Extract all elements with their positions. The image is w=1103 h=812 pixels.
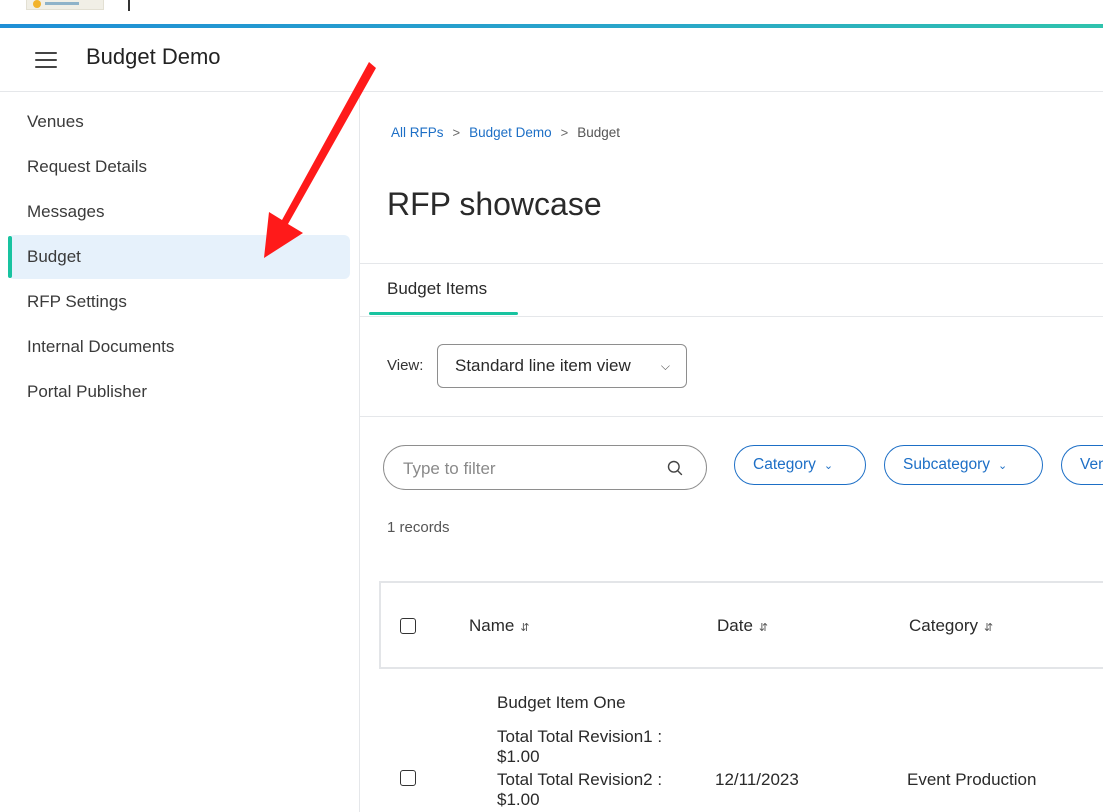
tab-budget-items[interactable]: Budget Items [387, 279, 487, 299]
breadcrumb: All RFPs > Budget Demo > Budget [391, 125, 620, 140]
filter-chip-category[interactable]: Category ⌄ [734, 445, 866, 485]
filter-chip-label: Category [753, 456, 816, 473]
filter-input[interactable] [401, 456, 645, 482]
menu-icon[interactable] [35, 52, 57, 68]
filter-box[interactable] [383, 445, 707, 490]
chevron-down-icon: ⌄ [823, 460, 834, 472]
breadcrumb-current: Budget [577, 125, 621, 140]
filter-chip-subcategory[interactable]: Subcategory ⌄ [884, 445, 1043, 485]
view-label: View: [387, 357, 424, 374]
select-all-checkbox[interactable] [400, 618, 416, 634]
row-date: 12/11/2023 [715, 770, 799, 789]
filter-chip-label: Subcategory [903, 456, 991, 473]
chevron-down-icon: ⌵ [660, 359, 670, 373]
column-header-date[interactable]: Date ⇵ [717, 616, 768, 636]
sidebar-item-messages[interactable]: Messages [8, 190, 350, 234]
filter-chip-vendor[interactable]: Ven [1061, 445, 1103, 485]
chevron-right-icon: > [452, 125, 461, 140]
column-header-category[interactable]: Category ⇵ [909, 616, 993, 636]
sort-icon[interactable]: ⇵ [984, 622, 993, 634]
chevron-down-icon: ⌄ [998, 460, 1008, 472]
row-category: Event Production [907, 770, 1037, 789]
column-header-label: Name [469, 616, 515, 635]
sort-icon[interactable]: ⇵ [759, 622, 768, 634]
app-header: Budget Demo [0, 28, 1103, 92]
tab-active-indicator [369, 312, 518, 315]
column-header-label: Category [909, 616, 978, 635]
sidebar: Venues Request Details Messages Budget R… [0, 92, 360, 812]
divider [360, 316, 1103, 317]
divider [360, 416, 1103, 417]
table-row[interactable]: Budget Item One Total Total Revision1 : … [379, 669, 1103, 812]
view-select-value: Standard line item view [455, 356, 631, 375]
sidebar-item-budget[interactable]: Budget [8, 235, 350, 279]
chevron-right-icon: > [560, 125, 569, 140]
search-icon[interactable] [667, 460, 683, 476]
main-content: All RFPs > Budget Demo > Budget RFP showcase… [360, 92, 1103, 812]
row-revision1-value: $1.00 [497, 747, 540, 766]
table-header: Name ⇵ Date ⇵ Category ⇵ [379, 581, 1103, 669]
records-count: 1 records [387, 519, 450, 536]
app-title: Budget Demo [86, 44, 221, 69]
page-title: RFP showcase [387, 186, 602, 222]
view-select[interactable]: Standard line item view ⌵ [437, 344, 687, 388]
breadcrumb-budget-demo[interactable]: Budget Demo [469, 125, 552, 140]
row-name[interactable]: Budget Item One [497, 693, 626, 713]
divider [360, 263, 1103, 264]
column-header-name[interactable]: Name ⇵ [469, 616, 530, 636]
breadcrumb-all-rfps[interactable]: All RFPs [391, 125, 444, 140]
brand-logo [26, 0, 104, 10]
top-strip [0, 0, 1103, 24]
row-checkbox[interactable] [400, 770, 416, 786]
sidebar-item-portal-publisher[interactable]: Portal Publisher [8, 370, 350, 414]
sort-icon[interactable]: ⇵ [520, 622, 529, 634]
sidebar-item-rfp-settings[interactable]: RFP Settings [8, 280, 350, 324]
row-revision2-label: Total Total Revision2 : [497, 770, 663, 789]
top-divider [128, 0, 130, 11]
row-revision2-value: $1.00 [497, 790, 540, 809]
sidebar-item-request-details[interactable]: Request Details [8, 145, 350, 189]
row-revision1-label: Total Total Revision1 : [497, 727, 663, 746]
sidebar-item-venues[interactable]: Venues [8, 100, 350, 144]
sidebar-item-internal-documents[interactable]: Internal Documents [8, 325, 350, 369]
column-header-label: Date [717, 616, 753, 635]
filter-chip-label: Ven [1080, 456, 1103, 473]
